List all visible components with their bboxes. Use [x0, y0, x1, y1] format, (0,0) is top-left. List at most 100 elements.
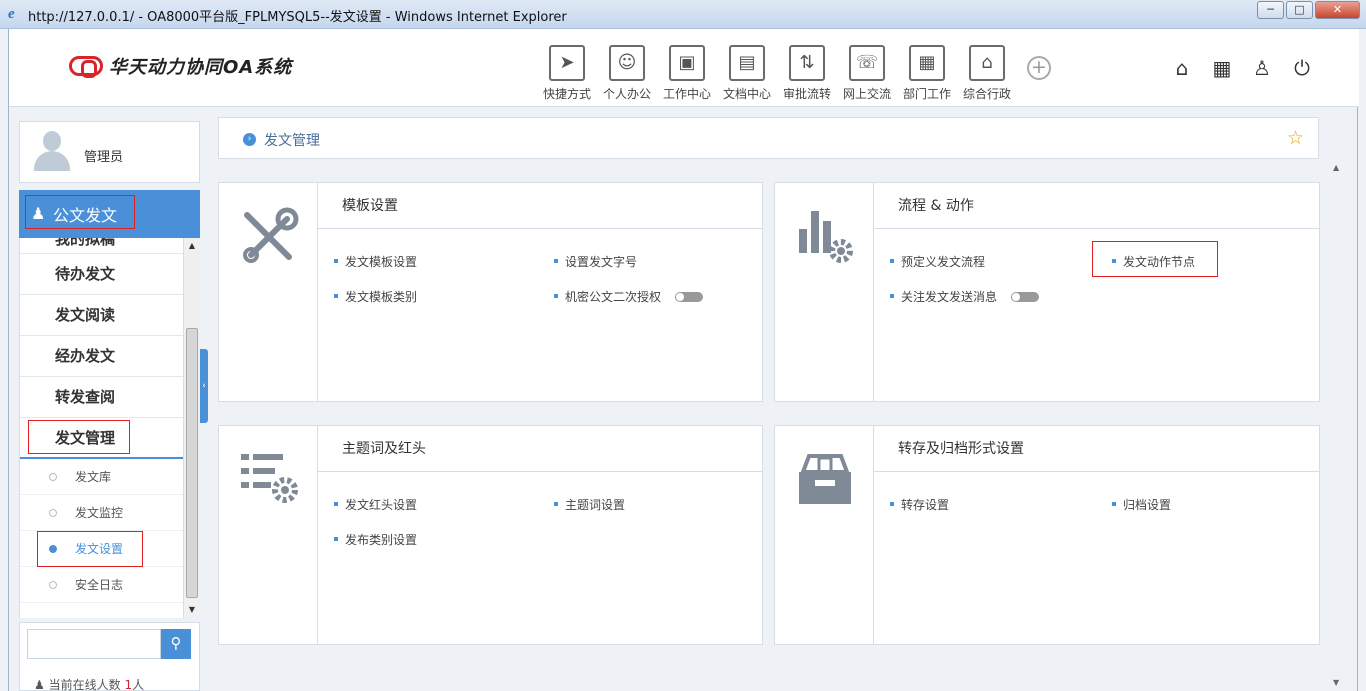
menu-item-forward[interactable]: 转发查阅 [20, 377, 183, 418]
maximize-button[interactable]: □ [1286, 1, 1313, 19]
sub-item-label: 发文监控 [75, 506, 124, 520]
card-icon-column [775, 183, 874, 401]
card-links: 发文红头设置 主题词设置 发布类别设置 [318, 472, 762, 644]
link-predefined-flow[interactable]: 预定义发文流程 [890, 253, 985, 270]
app-logo[interactable]: 华天动力协同OA系统 [69, 53, 292, 79]
building-icon: ⌂ [969, 45, 1005, 81]
link-action-node[interactable]: 发文动作节点 [1112, 253, 1195, 270]
nav-doc-center[interactable]: ▤ 文档中心 [717, 45, 777, 102]
link-template-setup[interactable]: 发文模板设置 [334, 253, 417, 270]
sub-item-library[interactable]: 发文库 [20, 459, 183, 495]
bullet-icon [334, 258, 338, 263]
card-icon-column [775, 426, 874, 644]
avatar[interactable] [32, 131, 72, 171]
nav-quick[interactable]: ➤ 快捷方式 [537, 45, 597, 102]
sub-item-label: 安全日志 [75, 578, 124, 592]
app-name: 华天动力协同OA系统 [109, 57, 293, 78]
link-label: 机密公文二次授权 [565, 290, 662, 304]
sidebar-scrollbar[interactable]: ▲ ▼ [183, 238, 200, 618]
link-secret-auth[interactable]: 机密公文二次授权 [554, 288, 704, 305]
menu-item-handled[interactable]: 经办发文 [20, 336, 183, 377]
nav-personal[interactable]: ☺ 个人办公 [597, 45, 657, 102]
nav-label: 综合行政 [962, 87, 1011, 101]
menu-item-my-drafts[interactable]: 我的拟稿 [20, 238, 183, 254]
nav-online-chat[interactable]: ☏ 网上交流 [837, 45, 897, 102]
minimize-button[interactable]: ─ [1257, 1, 1284, 19]
online-count: ♟ 当前在线人数 1人 [34, 676, 144, 691]
power-icon[interactable]: ⏻ [1291, 57, 1313, 79]
home-icon[interactable]: ⌂ [1171, 57, 1193, 79]
content-scrollbar[interactable]: ▲ ▼ [1331, 159, 1347, 691]
sub-item-label: 发文库 [75, 470, 112, 484]
nav-dept-work[interactable]: ▦ 部门工作 [897, 45, 957, 102]
card-title: 模板设置 [318, 183, 762, 229]
brand-logo-icon [69, 56, 103, 78]
scroll-up-icon[interactable]: ▲ [1333, 163, 1339, 172]
close-button[interactable]: ✕ [1315, 1, 1360, 19]
scroll-up-icon[interactable]: ▲ [184, 238, 200, 254]
sub-item-security-log[interactable]: 安全日志 [20, 567, 183, 603]
sub-item-monitor[interactable]: 发文监控 [20, 495, 183, 531]
link-label: 关注发文发送消息 [901, 290, 998, 304]
card-template-settings: 模板设置 发文模板设置 设置发文字号 发文模板类别 机密公文二次授权 [218, 182, 763, 402]
window-controls: ─ □ ✕ [1257, 1, 1360, 19]
card-subject-header: 主题词及红头 发文红头设置 主题词设置 发布类别设置 [218, 425, 763, 645]
grid-icon[interactable]: ▦ [1211, 57, 1233, 79]
secret-auth-toggle[interactable] [675, 291, 704, 302]
nav-label: 网上交流 [842, 87, 891, 101]
notify-toggle[interactable] [1011, 291, 1040, 302]
link-label: 发布类别设置 [345, 533, 418, 547]
card-flow-actions: 流程 & 动作 预定义发文流程 发文动作节点 关注发文发送消息 [774, 182, 1320, 402]
link-subject-words[interactable]: 主题词设置 [554, 496, 625, 513]
nav-admin[interactable]: ⌂ 综合行政 [957, 45, 1017, 102]
breadcrumb-label[interactable]: 发文管理 [264, 130, 320, 150]
menu-item-pending[interactable]: 待办发文 [20, 254, 183, 295]
menu-item-management[interactable]: 发文管理 [20, 418, 183, 459]
card-icon-column [219, 426, 318, 644]
card-links: 发文模板设置 设置发文字号 发文模板类别 机密公文二次授权 [318, 229, 762, 401]
section-header[interactable]: ♟ 公文发文 [19, 190, 200, 238]
top-nav: ➤ 快捷方式 ☺ 个人办公 ▣ 工作中心 ▤ 文档中心 ⇅ 审批流转 ☏ 网上交… [537, 45, 1051, 102]
search-button[interactable]: ⚲ [161, 629, 191, 659]
scroll-down-icon[interactable]: ▼ [1333, 678, 1339, 687]
radio-dot-icon [49, 473, 57, 481]
sidebar-collapse-handle[interactable]: ‹ [200, 349, 208, 423]
link-label: 设置发文字号 [565, 255, 638, 269]
scroll-down-icon[interactable]: ▼ [184, 602, 200, 618]
app-header: 华天动力协同OA系统 ➤ 快捷方式 ☺ 个人办公 ▣ 工作中心 ▤ 文档中心 ⇅… [9, 29, 1359, 107]
send-icon: ➤ [549, 45, 585, 81]
inbox-icon: ▤ [729, 45, 765, 81]
users-icon: ♟ [34, 678, 45, 691]
archive-box-icon [799, 454, 851, 504]
add-nav-icon[interactable]: + [1027, 56, 1051, 80]
scroll-thumb[interactable] [186, 328, 198, 598]
link-doc-number[interactable]: 设置发文字号 [554, 253, 637, 270]
bullet-icon [554, 293, 558, 298]
link-transfer-settings[interactable]: 转存设置 [890, 496, 949, 513]
bullet-icon [1112, 501, 1116, 506]
chevron-right-icon: › [243, 133, 256, 146]
card-archive-settings: 转存及归档形式设置 转存设置 归档设置 [774, 425, 1320, 645]
link-publish-category[interactable]: 发布类别设置 [334, 531, 417, 548]
search-input[interactable] [27, 629, 161, 659]
nav-work-center[interactable]: ▣ 工作中心 [657, 45, 717, 102]
link-template-category[interactable]: 发文模板类别 [334, 288, 417, 305]
online-label: 当前在线人数 [48, 678, 121, 691]
app-frame: 华天动力协同OA系统 ➤ 快捷方式 ☺ 个人办公 ▣ 工作中心 ▤ 文档中心 ⇅… [8, 29, 1359, 691]
shirt-icon[interactable]: ♙ [1251, 57, 1273, 79]
chat-icon: ☏ [849, 45, 885, 81]
sub-item-settings[interactable]: 发文设置 [20, 531, 183, 567]
link-label: 发文模板类别 [345, 290, 418, 304]
link-label: 发文模板设置 [345, 255, 418, 269]
star-icon[interactable]: ☆ [1287, 127, 1304, 149]
nav-label: 快捷方式 [542, 87, 591, 101]
card-links: 转存设置 归档设置 [874, 472, 1319, 644]
nav-approval[interactable]: ⇅ 审批流转 [777, 45, 837, 102]
card-icon-column [219, 183, 318, 401]
link-notify-message[interactable]: 关注发文发送消息 [890, 288, 1040, 305]
card-title: 转存及归档形式设置 [874, 426, 1319, 472]
link-red-header[interactable]: 发文红头设置 [334, 496, 417, 513]
link-label: 转存设置 [901, 498, 950, 512]
menu-item-reading[interactable]: 发文阅读 [20, 295, 183, 336]
link-archive-settings[interactable]: 归档设置 [1112, 496, 1171, 513]
